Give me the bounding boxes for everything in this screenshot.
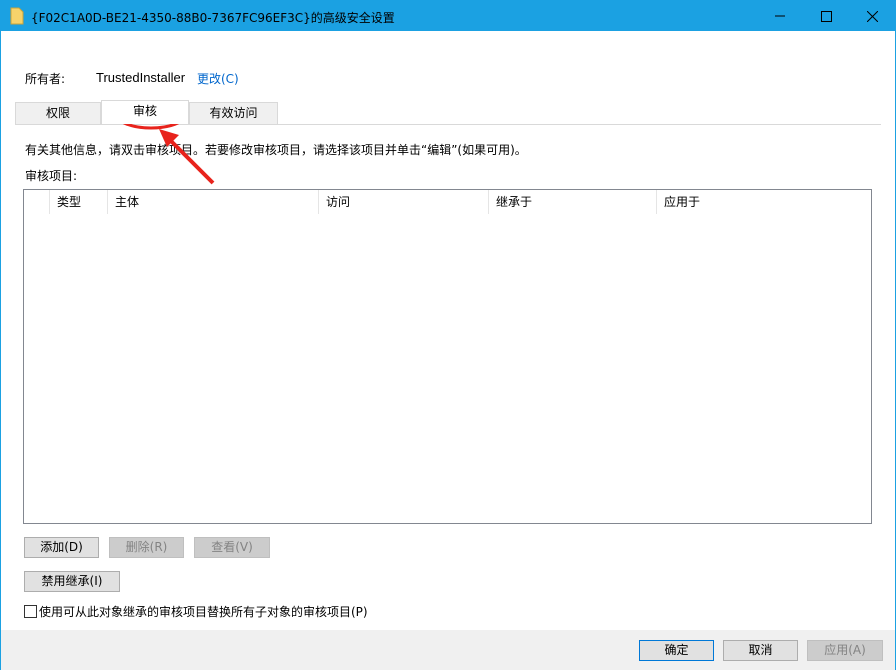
owner-label: 所有者:	[25, 72, 66, 86]
view-button[interactable]: 查看(V)	[194, 537, 270, 558]
column-principal[interactable]: 主体	[107, 190, 318, 214]
cancel-button[interactable]: 取消	[723, 640, 798, 661]
column-type[interactable]: 类型	[49, 190, 107, 214]
audit-entries-list[interactable]: 类型 主体 访问 继承于 应用于	[23, 189, 872, 524]
apply-button[interactable]: 应用(A)	[807, 640, 883, 661]
close-button[interactable]	[849, 1, 895, 31]
owner-value: TrustedInstaller	[96, 70, 186, 85]
disable-inheritance-button[interactable]: 禁用继承(I)	[24, 571, 120, 592]
tab-panel-border	[15, 124, 881, 125]
remove-button[interactable]: 删除(R)	[109, 537, 184, 558]
column-applies-to[interactable]: 应用于	[656, 190, 871, 214]
minimize-button[interactable]	[757, 1, 803, 31]
maximize-icon	[820, 10, 832, 22]
tab-permissions[interactable]: 权限	[15, 102, 101, 124]
folder-icon	[10, 7, 24, 25]
replace-child-entries-label[interactable]: 使用可从此对象继承的审核项目替换所有子对象的审核项目(P)	[39, 603, 368, 620]
column-access[interactable]: 访问	[318, 190, 488, 214]
maximize-button[interactable]	[803, 1, 849, 31]
ok-button[interactable]: 确定	[639, 640, 714, 661]
list-header: 类型 主体 访问 继承于 应用于	[24, 190, 871, 214]
advanced-security-settings-window: {F02C1A0D-BE21-4350-88B0-7367FC96EF3C}的高…	[0, 0, 896, 670]
replace-child-entries-checkbox[interactable]	[24, 605, 37, 618]
window-title: {F02C1A0D-BE21-4350-88B0-7367FC96EF3C}的高…	[31, 11, 395, 25]
change-owner-link[interactable]: 更改(C)	[197, 70, 239, 87]
tab-effective-access[interactable]: 有效访问	[189, 102, 278, 124]
title-bar[interactable]: {F02C1A0D-BE21-4350-88B0-7367FC96EF3C}的高…	[1, 1, 895, 31]
audit-entries-label: 审核项目:	[25, 169, 78, 183]
info-text: 有关其他信息，请双击审核项目。若要修改审核项目，请选择该项目并单击“编辑”(如果…	[25, 143, 527, 157]
tab-auditing[interactable]: 审核	[101, 100, 189, 124]
column-inherited-from[interactable]: 继承于	[488, 190, 656, 214]
dialog-footer: 确定 取消 应用(A)	[1, 630, 895, 670]
close-icon	[866, 10, 878, 22]
add-button[interactable]: 添加(D)	[24, 537, 99, 558]
minimize-icon	[775, 15, 785, 17]
